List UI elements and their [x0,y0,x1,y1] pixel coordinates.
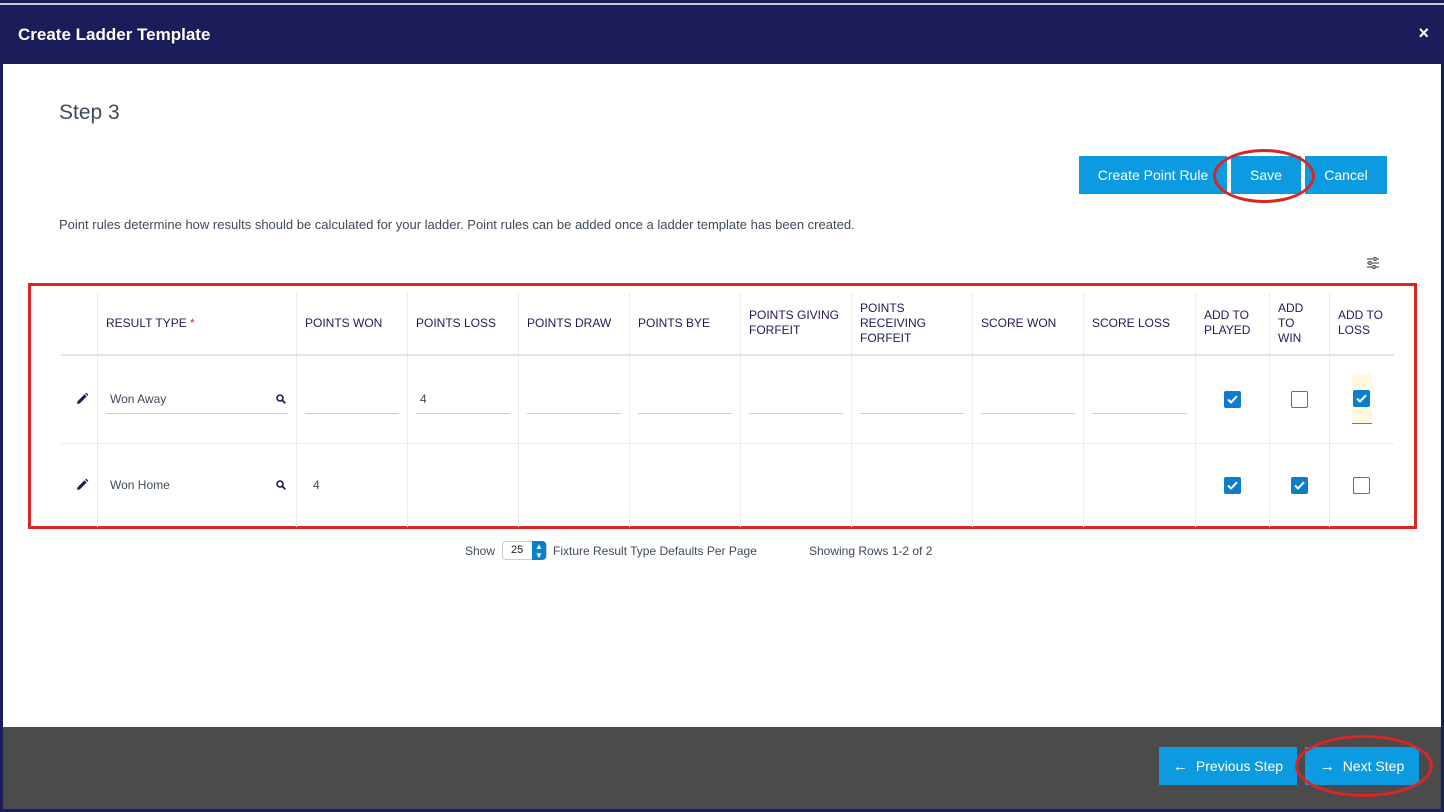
arrow-left-icon: ← [1172,757,1188,775]
points-won-input[interactable] [305,384,399,415]
page-size-select[interactable]: 25 ▲ ▼ [502,541,547,560]
check-icon [1227,481,1238,490]
pencil-icon[interactable] [75,478,89,492]
points-giving-forfeit-input[interactable] [749,384,843,415]
points-giving-forfeit-value [749,478,757,492]
modal-body: Step 3 Create Point Rule Save Cancel Poi… [3,64,1441,727]
column-header-add-to-loss[interactable]: ADD TO LOSS [1329,292,1394,356]
points-won-value: 4 [313,478,320,493]
pager-rows-label: Showing Rows 1-2 of 2 [809,544,933,558]
check-icon [1294,481,1305,490]
result-type-lookup[interactable]: Won Away [106,384,288,415]
add-to-played-checkbox[interactable] [1224,476,1241,494]
column-header-points-draw[interactable]: POINTS DRAW [518,292,630,356]
column-header-add-to-win[interactable]: ADD TO WIN [1269,292,1330,356]
add-to-played-checkbox[interactable] [1224,390,1241,408]
required-marker: * [190,315,195,330]
pencil-icon[interactable] [75,392,89,406]
arrow-right-icon: → [1319,757,1335,775]
modal-frame: Create Ladder Template × Step 3 Create P… [0,0,1444,812]
page-size-value: 25 [511,544,524,556]
column-header-add-to-played[interactable]: ADD TO PLAYED [1195,292,1270,356]
score-won-input[interactable] [981,384,1075,415]
result-type-table: RESULT TYPE * POINTS WON POINTS LOSS POI… [61,292,1394,527]
result-type-table-annotation: RESULT TYPE * POINTS WON POINTS LOSS POI… [28,283,1417,529]
column-header-score-loss[interactable]: SCORE LOSS [1083,292,1196,356]
points-draw-value [527,478,535,492]
pager-show-label: Show [465,544,496,558]
table-row: Won Away 4 [61,355,1394,444]
add-to-win-checkbox[interactable] [1291,390,1308,408]
close-icon[interactable]: × [1418,23,1429,43]
search-icon[interactable] [276,480,286,491]
column-header-edit [61,292,98,356]
points-draw-input[interactable] [527,384,621,415]
table-header-row: RESULT TYPE * POINTS WON POINTS LOSS POI… [61,292,1394,356]
result-type-lookup[interactable]: Won Home [106,470,288,500]
column-header-points-won[interactable]: POINTS WON [296,292,408,356]
settings-sliders-icon[interactable] [1366,256,1380,270]
add-to-loss-checkbox[interactable] [1353,476,1371,494]
result-type-value: Won Away [110,391,167,406]
points-receiving-forfeit-value [860,478,868,492]
modal-footer: ← Previous Step → Next Step [3,727,1441,809]
column-header-points-loss[interactable]: POINTS LOSS [407,292,519,356]
add-to-loss-checkbox[interactable] [1353,390,1371,408]
previous-step-button[interactable]: ← Previous Step [1159,747,1297,785]
check-icon [1356,394,1367,404]
focused-cell [1351,374,1372,425]
save-button[interactable]: Save [1231,156,1301,194]
modal-title: Create Ladder Template [18,25,211,44]
score-won-value [981,478,989,492]
column-header-points-bye[interactable]: POINTS BYE [629,292,741,356]
info-text: Point rules determine how results should… [59,217,855,232]
points-receiving-forfeit-input[interactable] [860,384,964,415]
check-icon [1227,395,1238,404]
column-header-result-type[interactable]: RESULT TYPE * [97,292,297,356]
points-bye-value [638,478,646,492]
column-header-score-won[interactable]: SCORE WON [972,292,1084,356]
top-border [0,3,1444,5]
previous-step-label: Previous Step [1195,758,1284,774]
points-bye-input[interactable] [638,384,732,415]
modal-header: Create Ladder Template × [3,6,1441,64]
add-to-win-checkbox[interactable] [1291,476,1308,494]
score-loss-value [1092,478,1100,492]
points-loss-value [416,478,424,492]
step-title: Step 3 [59,101,120,124]
column-header-points-giving-forfeit[interactable]: POINTS GIVING FORFEIT [740,292,852,356]
result-type-value: Won Home [110,478,170,493]
cancel-button[interactable]: Cancel [1305,156,1387,194]
table-row: Won Home 4 [61,443,1394,527]
points-loss-input[interactable]: 4 [416,384,510,415]
search-icon[interactable] [276,394,286,405]
score-loss-input[interactable] [1092,384,1187,415]
next-step-label: Next Step [1342,758,1405,774]
next-step-button[interactable]: → Next Step [1305,747,1419,785]
create-point-rule-button[interactable]: Create Point Rule [1079,156,1227,194]
column-header-points-receiving-forfeit[interactable]: POINTS RECEIVING FORFEIT [851,292,973,356]
pager-per-page-label: Fixture Result Type Defaults Per Page [553,544,757,558]
updown-chevron-icon: ▲ ▼ [532,541,546,560]
